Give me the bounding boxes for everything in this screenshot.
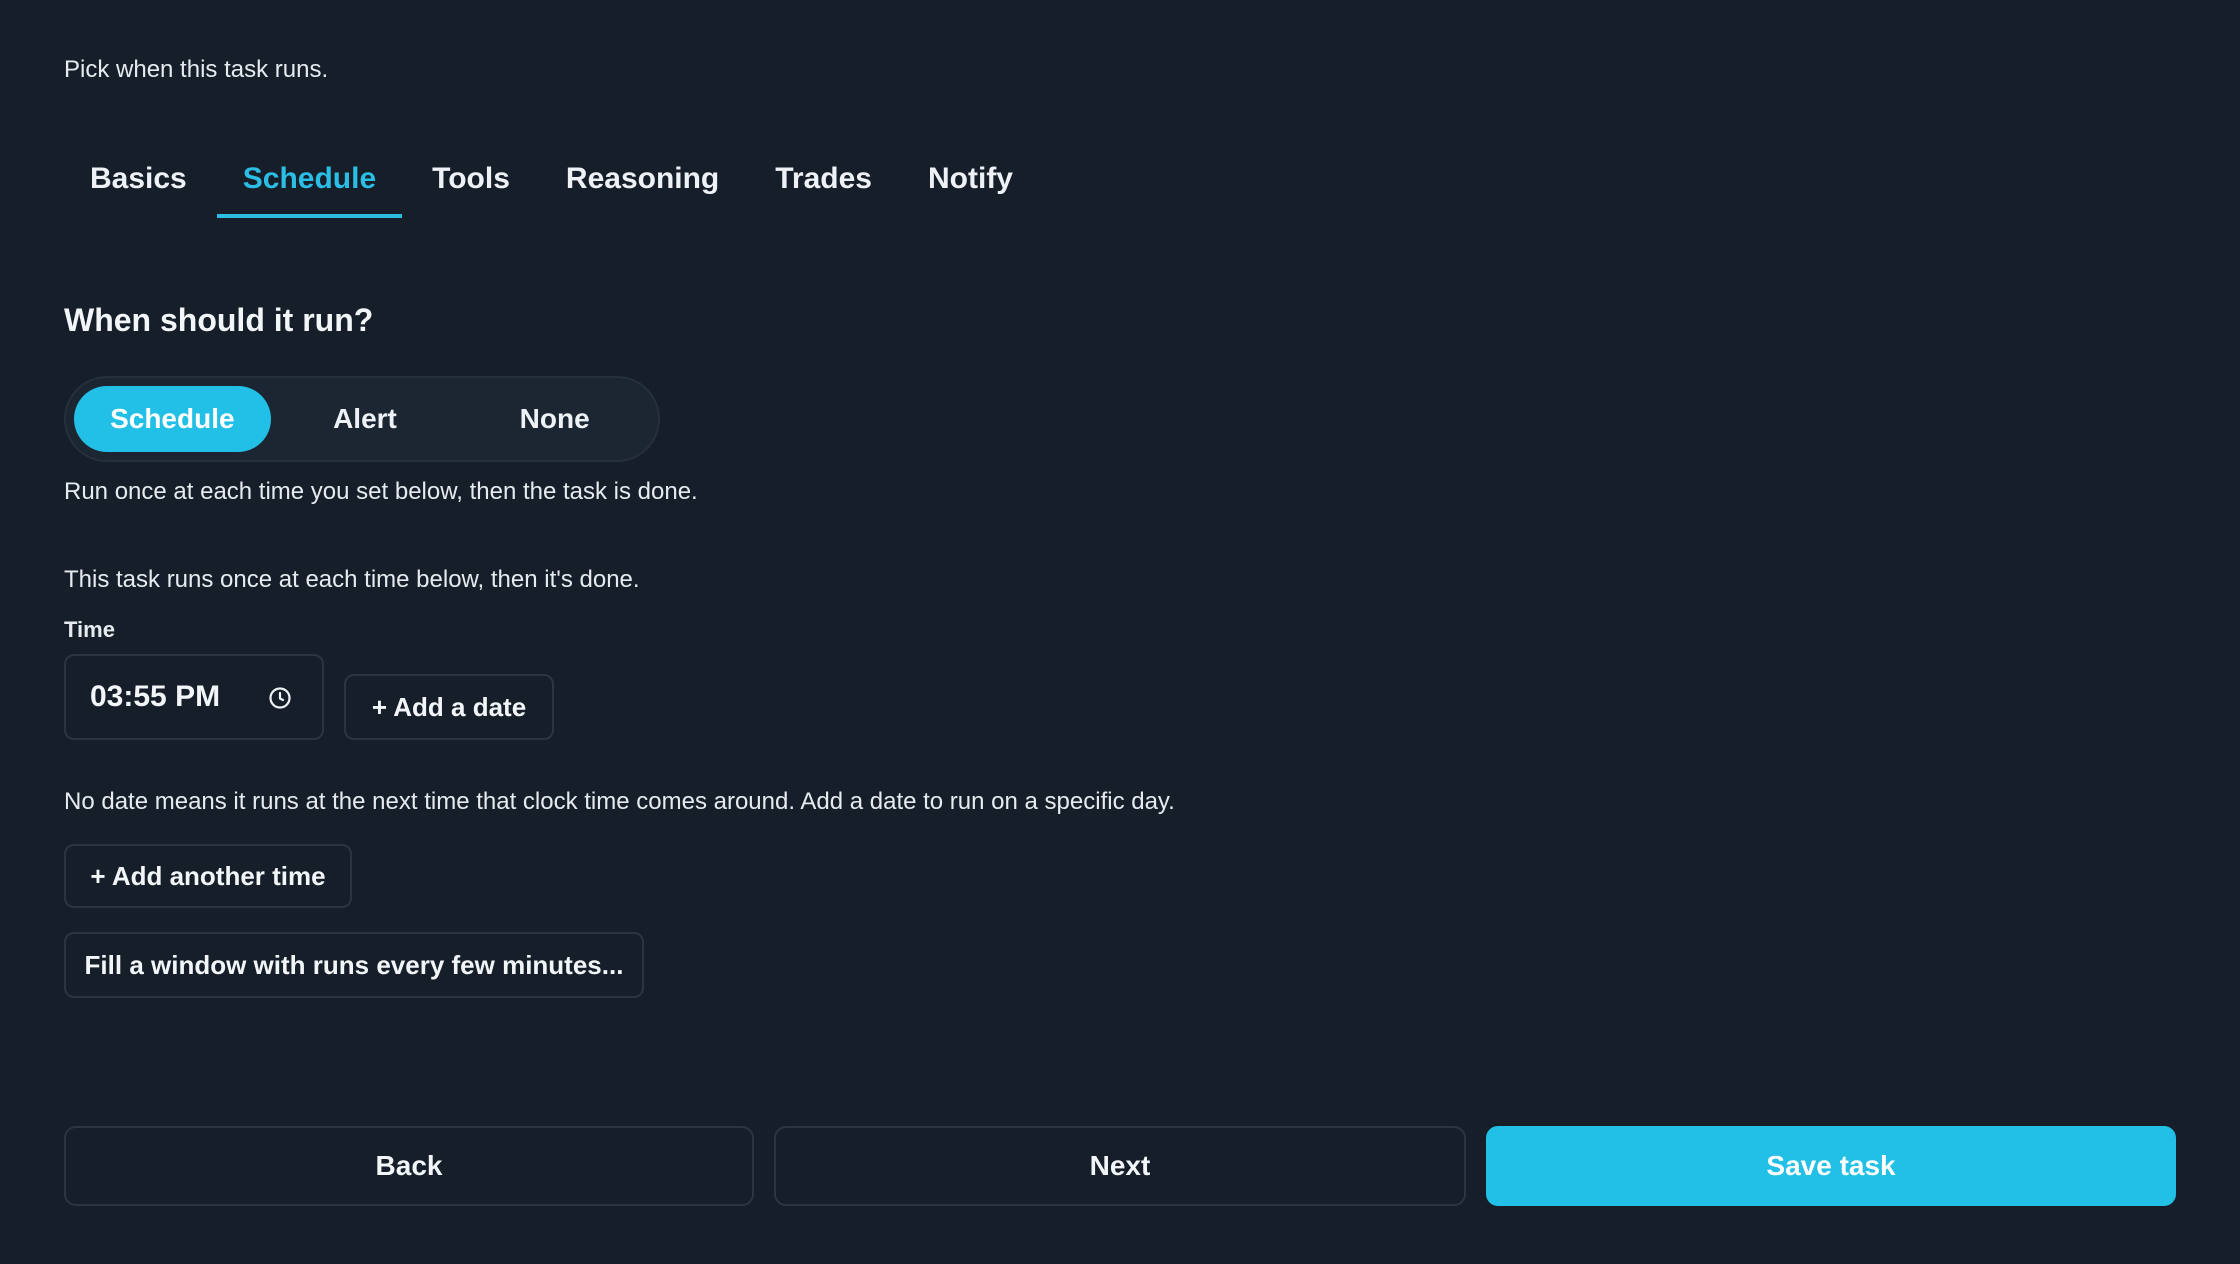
tab-notify[interactable]: Notify (902, 140, 1039, 218)
time-value: 03:55 PM (90, 680, 221, 713)
add-date-button[interactable]: + Add a date (344, 674, 554, 740)
schedule-info: This task runs once at each time below, … (64, 566, 640, 593)
page-subtitle: Pick when this task runs. (64, 56, 329, 83)
tab-tools[interactable]: Tools (406, 140, 536, 218)
trigger-option-alert[interactable]: Alert (271, 386, 460, 452)
save-task-button[interactable]: Save task (1486, 1126, 2176, 1206)
section-title: When should it run? (64, 302, 374, 338)
back-button[interactable]: Back (64, 1126, 754, 1206)
tab-bar: Basics Schedule Tools Reasoning Trades N… (64, 140, 1043, 220)
trigger-option-none[interactable]: None (459, 386, 650, 452)
next-button[interactable]: Next (774, 1126, 1466, 1206)
trigger-option-schedule[interactable]: Schedule (74, 386, 271, 452)
time-label: Time (64, 617, 115, 642)
trigger-description: Run once at each time you set below, the… (64, 478, 698, 505)
tab-trades[interactable]: Trades (749, 140, 898, 218)
tab-schedule[interactable]: Schedule (216, 140, 403, 218)
trigger-mode-selector: Schedule Alert None (64, 376, 660, 462)
add-another-time-button[interactable]: + Add another time (64, 844, 352, 908)
tab-basics[interactable]: Basics (64, 140, 213, 218)
tab-reasoning[interactable]: Reasoning (540, 140, 745, 218)
clock-icon[interactable] (268, 686, 292, 710)
fill-window-button[interactable]: Fill a window with runs every few minute… (64, 932, 644, 998)
date-hint: No date means it runs at the next time t… (64, 788, 1175, 815)
time-input[interactable]: 03:55 PM (64, 654, 324, 740)
task-editor-page: Pick when this task runs. Basics Schedul… (0, 0, 2240, 1264)
